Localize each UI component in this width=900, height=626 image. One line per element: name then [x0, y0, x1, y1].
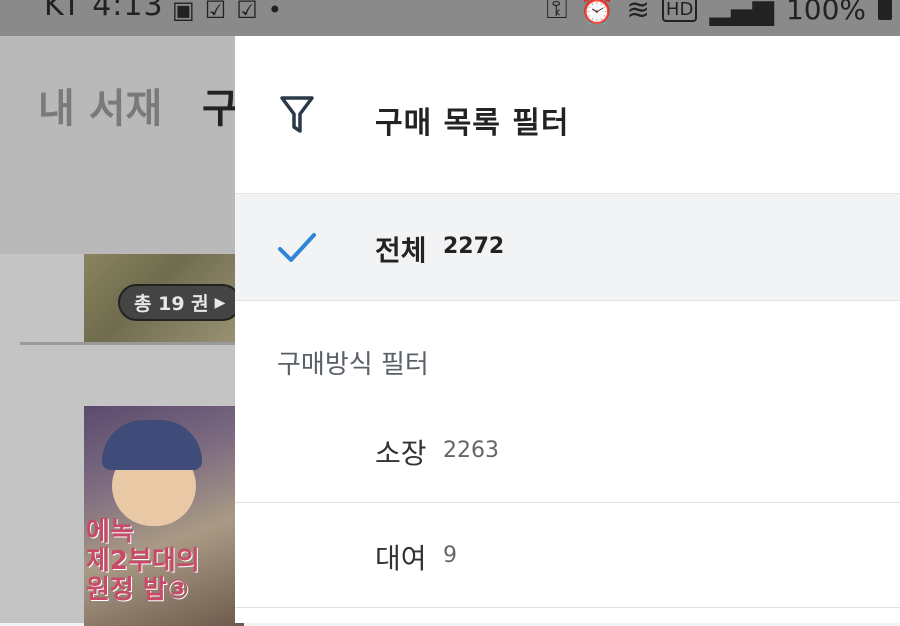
volume-badge[interactable]: 총 19 권 ▶ — [118, 284, 242, 321]
cover-title-line: 에녹 — [86, 517, 134, 547]
dot-icon: • — [267, 0, 282, 24]
cover-art — [102, 420, 202, 470]
filter-option-rent[interactable]: 대여 9 — [235, 503, 900, 608]
volume-badge-label: 총 19 권 — [134, 293, 209, 315]
filter-option-own[interactable]: 소장 2263 — [235, 398, 900, 503]
battery-icon — [878, 0, 892, 20]
divider — [20, 342, 250, 345]
filter-option-label: 대여 — [375, 542, 427, 575]
cover-title: 에녹 제2부대의 원정 밥③ — [86, 518, 200, 605]
filter-option-label: 소장 — [375, 437, 427, 470]
cover-title-line: 원정 밥③ — [86, 575, 189, 605]
check-icon — [278, 233, 316, 262]
check-icon: ☑ — [204, 0, 227, 24]
notification-icons: ▣ ☑ ☑ • — [172, 0, 282, 24]
book-cover[interactable]: 에녹 제2부대의 원정 밥③ — [84, 406, 244, 626]
filter-drawer: 구매 목록 필터 전체 2272 구매방식 필터 소장 2263 대여 9 — [235, 36, 900, 623]
tab-library[interactable]: 내 서재 — [38, 76, 162, 134]
carrier-time: KT 4:13 — [44, 0, 164, 23]
hd-icon: HD — [661, 0, 698, 22]
filter-option-count: 9 — [443, 543, 457, 568]
cover-title-line: 제2부대의 — [86, 546, 200, 576]
drawer-title: 구매 목록 필터 — [375, 106, 570, 141]
status-bar: KT 4:13 ▣ ☑ ☑ • ⚿ ⏰ ≋ HD ▂▄▆ 100% — [0, 0, 900, 36]
filter-option-count: 2272 — [443, 234, 505, 259]
tab-purchase[interactable]: 구 — [202, 76, 239, 134]
gallery-icon: ▣ — [172, 0, 195, 24]
signal-icon: ▂▄▆ — [709, 0, 774, 26]
check-icon: ☑ — [236, 0, 258, 24]
key-icon: ⚿ — [546, 0, 568, 25]
drawer-header: 구매 목록 필터 — [235, 36, 900, 194]
filter-option-label: 전체 — [375, 234, 427, 267]
chevron-right-icon: ▶ — [214, 294, 226, 311]
filter-icon — [280, 96, 314, 133]
section-title: 구매방식 필터 — [277, 350, 429, 380]
battery-text: 100% — [785, 0, 866, 26]
alarm-icon: ⏰ — [579, 0, 615, 26]
filter-option-count: 2263 — [443, 438, 499, 463]
wifi-icon: ≋ — [626, 0, 650, 26]
filter-option-all[interactable]: 전체 2272 — [235, 194, 900, 301]
system-icons: ⚿ ⏰ ≋ HD ▂▄▆ 100% — [546, 0, 892, 26]
